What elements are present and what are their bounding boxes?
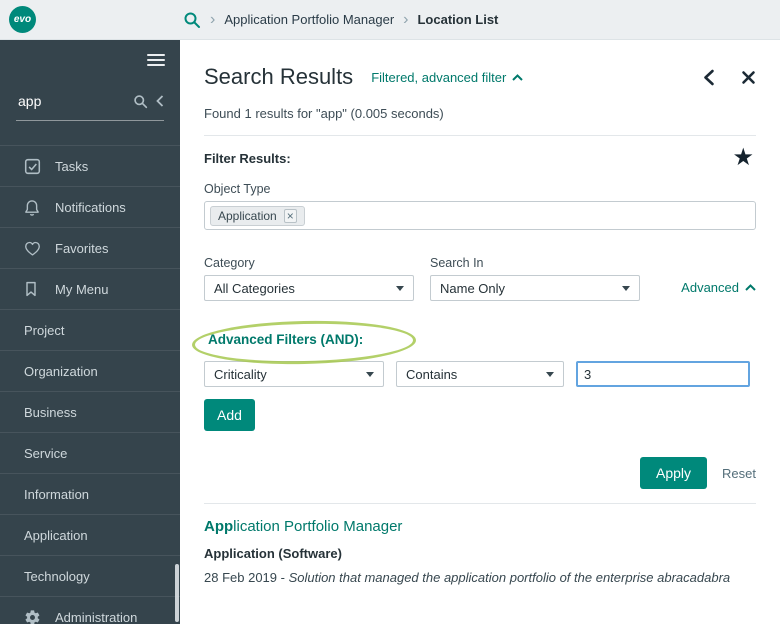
chip-remove-icon[interactable]: × xyxy=(283,208,297,223)
result-title-rest: lication Portfolio Manager xyxy=(233,518,403,535)
bookmark-icon xyxy=(24,281,42,297)
search-result-item: Application Portfolio Manager Applicatio… xyxy=(204,518,756,585)
sidebar-item-my-menu[interactable]: My Menu xyxy=(0,269,180,310)
sidebar-item-business[interactable]: Business xyxy=(0,392,180,433)
filter-status-label: Filtered, advanced filter xyxy=(371,69,507,85)
operator-select[interactable]: Contains xyxy=(396,361,564,387)
filter-status-link[interactable]: Filtered, advanced filter xyxy=(371,69,524,85)
sidebar: Tasks Notifications Favorites My Menu xyxy=(0,40,180,624)
sidebar-item-label: Notifications xyxy=(55,199,126,215)
chevron-down-icon xyxy=(366,371,374,377)
sidebar-header xyxy=(0,40,180,80)
chevron-down-icon xyxy=(546,371,554,377)
sidebar-item-application[interactable]: Application xyxy=(0,515,180,556)
sidebar-item-label: Service xyxy=(24,445,68,461)
sidebar-item-label: Tasks xyxy=(55,158,89,174)
category-select[interactable]: All Categories xyxy=(204,275,414,301)
sidebar-menu: Tasks Notifications Favorites My Menu Pr… xyxy=(0,145,180,624)
chevron-up-icon xyxy=(512,73,524,81)
back-chevron-icon[interactable] xyxy=(702,69,715,86)
sidebar-item-technology[interactable]: Technology xyxy=(0,556,180,597)
chevron-left-icon[interactable] xyxy=(156,95,164,107)
bell-icon xyxy=(24,199,42,216)
chevron-down-icon xyxy=(396,285,404,291)
sidebar-item-label: Project xyxy=(24,322,65,338)
operator-selected-value: Contains xyxy=(406,366,458,382)
object-type-label: Object Type xyxy=(204,182,271,196)
heart-icon xyxy=(24,241,42,256)
main-content: Search Results Filtered, advanced filter… xyxy=(180,40,780,624)
divider xyxy=(204,503,756,504)
result-title-link[interactable]: Application Portfolio Manager xyxy=(204,518,402,535)
app-window: evo › Application Portfolio Manager › Lo… xyxy=(0,0,780,624)
tasks-icon xyxy=(24,158,42,175)
favorite-star-icon[interactable]: ★ xyxy=(732,146,754,170)
advanced-toggle-label: Advanced xyxy=(681,280,739,295)
chevron-up-icon xyxy=(745,284,756,291)
search-in-selected-value: Name Only xyxy=(440,280,506,296)
sidebar-item-information[interactable]: Information xyxy=(0,474,180,515)
result-description: 28 Feb 2019 - Solution that managed the … xyxy=(204,570,756,585)
menu-icon[interactable] xyxy=(147,51,165,69)
sidebar-search-input[interactable] xyxy=(16,92,125,110)
sidebar-scrollbar[interactable] xyxy=(175,564,179,622)
evo-logo[interactable]: evo xyxy=(9,6,36,33)
sidebar-item-label: Administration xyxy=(55,609,138,624)
object-type-chip[interactable]: Application × xyxy=(210,205,305,226)
result-title-match: App xyxy=(204,518,234,535)
search-icon[interactable] xyxy=(133,94,148,109)
sidebar-item-label: Favorites xyxy=(55,240,109,256)
close-icon[interactable] xyxy=(741,70,756,85)
evo-logo-text: evo xyxy=(13,14,32,25)
object-type-input[interactable]: Application × xyxy=(204,201,756,230)
criticality-selected-value: Criticality xyxy=(214,366,267,382)
category-label: Category xyxy=(204,256,255,270)
sidebar-item-service[interactable]: Service xyxy=(0,433,180,474)
advanced-filters-heading: Advanced Filters (AND): xyxy=(208,332,364,347)
apply-button[interactable]: Apply xyxy=(640,457,708,489)
sidebar-item-label: Information xyxy=(24,486,90,502)
breadcrumb-separator: › xyxy=(210,10,216,28)
chevron-down-icon xyxy=(622,285,630,291)
breadcrumb-separator: › xyxy=(403,10,409,28)
add-button[interactable]: Add xyxy=(204,399,255,431)
topbar: evo › Application Portfolio Manager › Lo… xyxy=(0,0,780,40)
criticality-field-select[interactable]: Criticality xyxy=(204,361,384,387)
result-object-type: Application (Software) xyxy=(204,546,342,561)
sidebar-item-label: Application xyxy=(24,527,88,543)
breadcrumb-application-portfolio-manager[interactable]: Application Portfolio Manager xyxy=(224,12,394,27)
sidebar-search xyxy=(16,92,164,121)
sidebar-item-tasks[interactable]: Tasks xyxy=(0,146,180,187)
filter-value-input[interactable] xyxy=(576,361,750,387)
sidebar-item-administration[interactable]: Administration xyxy=(0,597,180,624)
sidebar-item-notifications[interactable]: Notifications xyxy=(0,187,180,228)
sidebar-item-project[interactable]: Project xyxy=(0,310,180,351)
search-in-label: Search In xyxy=(430,256,484,270)
result-description-text: Solution that managed the application po… xyxy=(288,570,731,585)
gear-icon xyxy=(24,609,42,624)
category-selected-value: All Categories xyxy=(214,280,295,296)
result-date: 28 Feb 2019 - xyxy=(204,570,289,585)
sidebar-item-label: Technology xyxy=(24,568,90,584)
search-icon[interactable] xyxy=(183,11,201,29)
sidebar-item-label: My Menu xyxy=(55,281,109,297)
results-summary: Found 1 results for "app" (0.005 seconds… xyxy=(204,106,444,121)
page-title: Search Results xyxy=(204,64,354,89)
divider xyxy=(204,135,756,136)
reset-button[interactable]: Reset xyxy=(722,466,756,481)
sidebar-item-label: Organization xyxy=(24,363,98,379)
sidebar-item-favorites[interactable]: Favorites xyxy=(0,228,180,269)
chip-label: Application xyxy=(218,208,277,223)
advanced-toggle[interactable]: Advanced xyxy=(681,280,756,301)
sidebar-item-label: Business xyxy=(24,404,77,420)
search-in-select[interactable]: Name Only xyxy=(430,275,640,301)
sidebar-item-organization[interactable]: Organization xyxy=(0,351,180,392)
filter-results-heading: Filter Results: xyxy=(204,150,291,166)
breadcrumb-location-list[interactable]: Location List xyxy=(417,12,498,27)
